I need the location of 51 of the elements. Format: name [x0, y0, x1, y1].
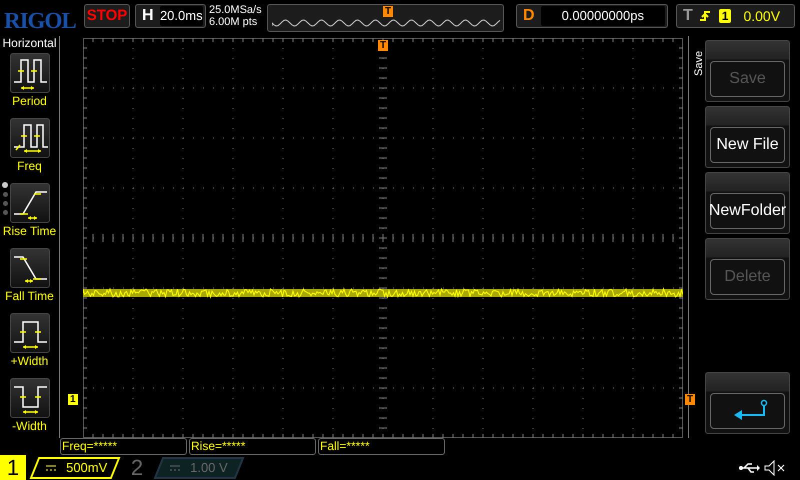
measure-label: Rise Time	[2, 223, 56, 239]
page-dot[interactable]	[2, 182, 8, 188]
channel-number[interactable]: 2	[124, 455, 150, 480]
softkey-button[interactable]	[705, 372, 790, 434]
measure-label: Freq	[17, 158, 42, 174]
measure-button[interactable]	[10, 53, 50, 93]
menu-title: Horizontal	[1, 36, 58, 50]
measurement-readout: Fall=*****	[318, 438, 445, 455]
page-dot[interactable]	[2, 210, 8, 215]
softkey-button: Delete	[705, 238, 790, 300]
timebase-value[interactable]: 20.0ms	[160, 6, 203, 26]
page-dot[interactable]	[2, 192, 8, 197]
channel-scale: 500mV	[66, 458, 108, 477]
sample-rate: 25.0MSa/s	[209, 4, 263, 16]
trigger-level[interactable]: 0.00V	[743, 6, 780, 26]
softkey-button: Save	[705, 40, 790, 102]
brand-logo: RIGOL	[4, 7, 77, 35]
channel-number[interactable]: 1	[0, 455, 26, 480]
run-stop-status[interactable]: STOP	[84, 4, 130, 28]
memory-depth: 6.00M pts	[209, 16, 258, 28]
trigger-source: 1	[718, 9, 732, 23]
menu-title: Save	[692, 50, 706, 76]
measure-button[interactable]	[10, 248, 50, 288]
measure-label: +Width	[10, 353, 48, 369]
measure-label: -Width	[12, 418, 47, 434]
trigger-label: T	[682, 6, 694, 26]
trigger-level-marker: T	[685, 394, 696, 405]
rising-edge-icon	[698, 9, 711, 23]
trigger-position-marker: T	[383, 6, 394, 17]
timebase-label: H	[141, 6, 155, 26]
usb-icon	[738, 462, 760, 474]
measure-label: Fall Time	[5, 288, 54, 304]
speaker-muted-icon[interactable]	[764, 460, 786, 476]
channel-scale-box[interactable]: 500mV	[30, 456, 120, 478]
measure-button[interactable]	[10, 313, 50, 353]
measure-label: Period	[12, 93, 47, 109]
trigger-position-marker: T	[378, 40, 388, 51]
measure-button[interactable]	[10, 183, 50, 223]
page-dot[interactable]	[2, 201, 8, 206]
channel-marker: 1	[68, 394, 78, 405]
dc-coupling-icon	[46, 464, 56, 470]
measure-button[interactable]	[10, 118, 50, 158]
dc-coupling-icon	[170, 464, 180, 470]
softkey-button[interactable]: New File	[705, 106, 790, 168]
measurement-readout: Freq=*****	[60, 438, 187, 455]
delay-value[interactable]: 0.00000000ps	[540, 6, 665, 26]
channel-scale: 1.00 V	[190, 458, 228, 477]
softkey-button[interactable]: NewFolder	[705, 172, 790, 234]
delay-label: D	[522, 6, 536, 26]
measurement-readout: Rise=*****	[189, 438, 316, 455]
measure-button[interactable]	[10, 378, 50, 418]
